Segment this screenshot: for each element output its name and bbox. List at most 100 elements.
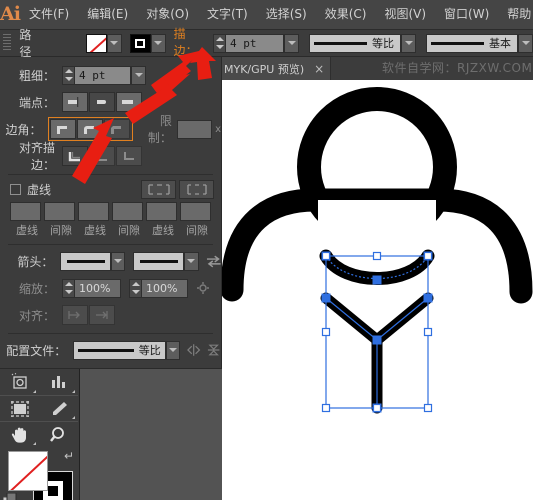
default-fill-stroke-icon[interactable] (3, 493, 17, 500)
width-profile-preview-icon (314, 41, 367, 45)
panel-weight-stepper[interactable] (62, 65, 75, 85)
miter-join-button[interactable] (50, 119, 77, 139)
arrowhead-end-preview-icon (139, 259, 178, 263)
stroke-panel: 粗细： 4 pt 端点： 边角： 限制： x 对齐描边： 虚线 虚线 间隙 虚线… (0, 57, 222, 369)
brush-preview-icon (431, 41, 484, 45)
stroke-weight-input[interactable]: 4 pt (226, 33, 284, 53)
stepper-up-icon[interactable] (64, 68, 73, 73)
swap-arrowheads-icon[interactable] (206, 254, 222, 268)
control-bar-grip[interactable] (3, 34, 12, 52)
width-profile-select[interactable]: 等比 (309, 33, 401, 53)
butt-cap-button[interactable] (62, 92, 88, 112)
control-bar: 路径 描边： 4 pt 等比 基本 (0, 27, 533, 61)
flip-across-icon[interactable] (206, 343, 221, 357)
hand-tool[interactable] (0, 421, 39, 447)
stroke-panel-link[interactable]: 描边： (173, 25, 207, 61)
dash-preserve-exact-button[interactable] (141, 179, 176, 199)
selected-object-type: 路径 (19, 28, 32, 59)
dashed-line-label: 虚线 (27, 182, 52, 197)
round-cap-button[interactable] (89, 92, 115, 112)
round-join-button[interactable] (77, 119, 104, 139)
miter-limit-input[interactable] (176, 119, 213, 139)
bevel-join-button[interactable] (104, 119, 131, 139)
gap-field-2[interactable] (112, 202, 143, 221)
extend-arrow-beyond-end-button[interactable] (62, 305, 88, 325)
gap-field-3[interactable] (180, 202, 211, 221)
dash-adjust-corners-button[interactable] (179, 179, 214, 199)
gap-field-1[interactable] (44, 202, 75, 221)
stepper-up-icon[interactable] (64, 281, 73, 286)
dash-field-1[interactable] (10, 202, 41, 221)
menu-file[interactable]: 文件(F) (20, 0, 78, 29)
menu-help[interactable]: 帮助 (498, 0, 533, 29)
brush-dropdown-icon[interactable] (518, 33, 533, 53)
swap-fill-stroke-icon[interactable]: ↵ (64, 449, 74, 463)
column-graph-tool[interactable] (39, 369, 78, 395)
profile-label: 配置文件： (6, 343, 67, 358)
place-arrow-at-end-button[interactable] (89, 305, 115, 325)
panel-divider-1 (8, 174, 213, 175)
dash-field-3[interactable] (146, 202, 177, 221)
stepper-down-icon[interactable] (131, 290, 140, 295)
dashed-line-checkbox[interactable] (10, 183, 21, 195)
fill-color-swatch[interactable] (85, 33, 107, 53)
arrowhead-end-dropdown-icon[interactable] (183, 251, 199, 271)
stepper-down-icon[interactable] (64, 290, 73, 295)
panel-weight-input[interactable]: 4 pt (75, 65, 131, 85)
projecting-cap-button[interactable] (116, 92, 142, 112)
profile-preview-icon (78, 348, 134, 352)
round-join-icon (84, 125, 95, 134)
slice-tool[interactable] (39, 395, 78, 421)
fill-swatch-dropdown-icon[interactable] (106, 33, 122, 53)
arrow-scale-start-input[interactable]: 100% (75, 278, 121, 298)
stepper-down-icon[interactable] (215, 45, 224, 50)
fill-swatch[interactable] (8, 451, 48, 491)
close-icon[interactable]: × (314, 62, 324, 76)
flip-along-icon[interactable] (186, 343, 201, 357)
dash-label-1: 虚线 (16, 224, 38, 237)
scale-start-stepper[interactable] (62, 278, 75, 298)
width-profile-dropdown-icon[interactable] (401, 33, 416, 53)
arrowhead-end-select[interactable] (133, 251, 184, 271)
dash-field-2[interactable] (78, 202, 109, 221)
artboard-tool[interactable] (0, 395, 39, 421)
profile-dropdown-icon[interactable] (165, 340, 181, 360)
document-tab[interactable]: MYK/GPU 预览) × (222, 57, 332, 80)
arrow-scale-end-input[interactable]: 100% (142, 278, 188, 298)
align-outside-button[interactable] (116, 146, 142, 166)
dash-label-2: 虚线 (84, 224, 106, 237)
dash-label-3: 虚线 (152, 224, 174, 237)
stroke-weight-stepper[interactable] (213, 33, 226, 53)
document-tab-bar: MYK/GPU 预览) × 软件自学网：RJZXW.COM (222, 57, 533, 80)
menu-edit[interactable]: 编辑(E) (78, 0, 137, 29)
arrowhead-start-dropdown-icon[interactable] (110, 251, 126, 271)
arrowhead-row: 箭头： (0, 249, 221, 273)
stroke-swatch-dropdown-icon[interactable] (150, 33, 166, 53)
align-center-button[interactable] (62, 146, 88, 166)
panel-weight-dropdown-icon[interactable] (131, 65, 146, 85)
stroke-weight-dropdown-icon[interactable] (284, 33, 299, 53)
projecting-cap-icon (122, 100, 133, 104)
panel-divider-2 (8, 244, 213, 245)
arrowhead-start-select[interactable] (60, 251, 111, 271)
align-inside-button[interactable] (89, 146, 115, 166)
symbol-sprayer-tool[interactable] (0, 369, 39, 395)
menu-window[interactable]: 窗口(W) (435, 0, 498, 29)
brush-definition-select[interactable]: 基本 (426, 33, 518, 53)
zoom-tool[interactable] (39, 421, 78, 447)
artboard-canvas[interactable] (222, 80, 533, 500)
menu-view[interactable]: 视图(V) (375, 0, 435, 29)
scale-end-stepper[interactable] (129, 278, 142, 298)
gap-label-1: 间隙 (50, 224, 72, 237)
stroke-color-swatch[interactable] (129, 33, 151, 53)
menu-bar: Ai 文件(F) 编辑(E) 对象(O) 文字(T) 选择(S) 效果(C) 视… (0, 0, 533, 29)
menu-effect[interactable]: 效果(C) (316, 0, 376, 29)
profile-select[interactable]: 等比 (73, 340, 166, 360)
menu-select[interactable]: 选择(S) (257, 0, 316, 29)
link-scale-icon[interactable] (195, 281, 211, 295)
panel-divider-3 (8, 333, 213, 334)
arrow-align-tip-icon (68, 311, 80, 319)
stepper-down-icon[interactable] (64, 77, 73, 82)
stepper-up-icon[interactable] (131, 281, 140, 286)
stepper-up-icon[interactable] (215, 36, 224, 41)
